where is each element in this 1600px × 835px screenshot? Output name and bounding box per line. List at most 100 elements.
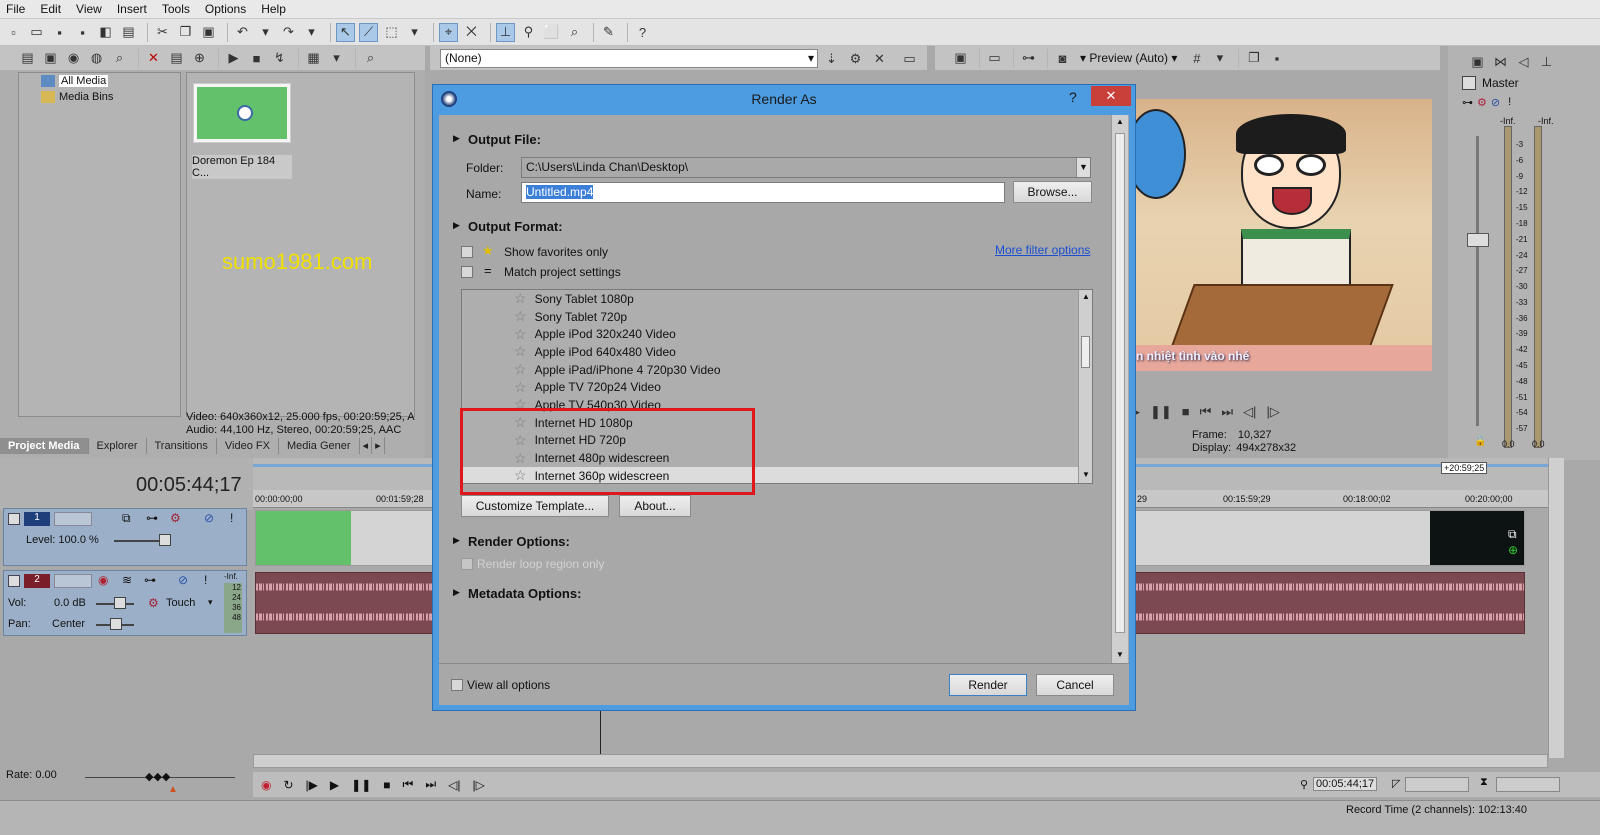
save-preset-icon[interactable]: ⇣ [822,49,841,68]
mute-icon[interactable]: ⊘ [204,511,214,525]
list-item[interactable]: ☆ Apple TV 720p24 Video [462,378,1092,396]
list-item[interactable]: ☆ Sony Tablet 720p [462,308,1092,326]
media-thumbnail[interactable] [193,83,291,143]
help-button[interactable]: ? [1069,89,1077,105]
loop-playback-icon[interactable]: ↻ [283,778,293,792]
views-icon[interactable]: ▦ [304,49,323,68]
play-icon[interactable]: ▶ [224,49,243,68]
new-icon[interactable]: ▫ [4,23,23,42]
dropdown-icon[interactable]: ▾ [302,23,321,42]
show-favorites-checkbox[interactable] [461,246,473,258]
scroll-down-icon[interactable]: ▼ [1082,470,1090,479]
selection-start-icon[interactable]: ◸ [1392,777,1400,790]
track-expand-icon[interactable] [8,513,20,525]
tab-transitions[interactable]: Transitions [147,438,217,454]
paste-icon[interactable]: ▣ [199,23,218,42]
solo-icon[interactable]: ! [204,573,207,587]
stop-icon[interactable]: ■ [1182,404,1190,420]
mute-icon[interactable]: ⊘ [1491,96,1500,109]
capture-icon[interactable]: ▣ [41,49,60,68]
preview-quality-icon[interactable]: ◙ [1053,49,1072,68]
track-name-field[interactable] [54,574,92,588]
expand-arrow-icon[interactable]: ▶ [453,535,460,546]
track-fx-icon[interactable]: ⚙ [170,511,181,525]
scroll-thumb[interactable] [1115,133,1125,633]
edit-tool-icon[interactable]: ⚲ [1300,778,1308,791]
event-pan-crop-icon[interactable]: ⧉ [1508,527,1517,542]
scroll-up-icon[interactable]: ▲ [1082,292,1090,301]
preview-monitor-icon[interactable]: ▭ [900,49,919,68]
about-button[interactable]: About... [619,495,691,517]
track-fx-icon[interactable]: ⊶ [144,573,156,587]
star-outline-icon[interactable]: ☆ [514,290,527,307]
rate-slider-handle[interactable]: ◆◆◆ [145,770,170,783]
pan-slider-handle[interactable] [110,618,122,630]
downmix-icon[interactable]: ⋈ [1491,52,1510,71]
menu-options[interactable]: Options [205,2,246,16]
arm-record-icon[interactable]: ◉ [98,573,108,587]
chevron-down-icon[interactable]: ▾ [208,597,213,608]
fx-icon[interactable]: ⊶ [1462,96,1473,109]
save-snapshot-icon[interactable]: ▪ [1267,49,1286,68]
customize-template-button[interactable]: Customize Template... [461,495,609,517]
timeline-vertical-scrollbar[interactable] [1548,458,1564,758]
ignore-grouping-icon[interactable]: ⬜ [542,23,561,42]
next-frame-icon[interactable]: |▷ [1266,404,1279,420]
automation-icon[interactable]: ⚙ [148,596,159,610]
media-properties-icon[interactable]: ▤ [167,49,186,68]
insert-bus-icon[interactable]: ⊥ [1537,52,1556,71]
copy-snapshot-icon[interactable]: ❐ [1244,49,1263,68]
cancel-button[interactable]: Cancel [1036,674,1114,696]
copy-icon[interactable]: ❐ [176,23,195,42]
auto-ripple-icon[interactable]: ⊥ [496,22,515,42]
menu-help[interactable]: Help [261,2,286,16]
go-to-start-icon[interactable]: ⏮ [1200,404,1212,420]
list-item[interactable]: ☆ Sony Tablet 1080p [462,290,1092,308]
remove-preset-icon[interactable]: ✕ [870,49,889,68]
pause-icon[interactable]: ❚❚ [351,778,371,792]
menu-insert[interactable]: Insert [117,2,147,16]
dialog-scrollbar[interactable]: ▲ ▼ [1111,115,1128,663]
stop-icon[interactable]: ■ [247,49,266,68]
more-filter-options-link[interactable]: More filter options [995,243,1090,257]
automation-mode[interactable]: Touch [166,597,195,609]
tree-item-media-bins[interactable]: Media Bins [41,91,113,103]
search-media-icon[interactable]: ⌕ [110,49,129,68]
expand-arrow-icon[interactable]: ▶ [453,133,460,144]
go-to-end-icon[interactable]: ⏭ [1221,404,1233,420]
normal-edit-tool-icon[interactable]: ↖ [336,22,355,42]
list-item[interactable]: ☆ Apple iPod 640x480 Video [462,343,1092,361]
star-outline-icon[interactable]: ☆ [514,343,527,360]
menu-view[interactable]: View [76,2,102,16]
folder-field[interactable]: C:\Users\Linda Chan\Desktop\ ▼ [521,157,1091,178]
star-outline-icon[interactable]: ☆ [514,379,527,396]
solo-icon[interactable]: ! [1508,96,1511,109]
dim-icon[interactable]: ◁ [1514,52,1533,71]
plug-in-chain-icon[interactable]: ⚙ [846,49,865,68]
gear-icon[interactable]: ⚙ [1477,96,1487,109]
track-motion-icon[interactable]: ⧉ [122,511,131,526]
track-expand-icon[interactable] [8,575,20,587]
properties-icon[interactable]: ▤ [119,23,138,42]
zoom-icon[interactable]: ⌕ [565,23,584,42]
record-icon[interactable]: ◉ [261,778,271,792]
cut-icon[interactable]: ✂ [153,23,172,42]
auto-preview-icon[interactable]: ↯ [270,49,289,68]
next-frame-icon[interactable]: |▷ [472,778,484,792]
zoom-icon[interactable]: ⌕ [361,49,380,68]
browse-button[interactable]: Browse... [1013,181,1092,203]
auto-crossfade-icon[interactable]: ⨉ [462,23,481,42]
compositing-icon[interactable]: ⊶ [146,511,158,525]
preview-quality-dropdown[interactable]: ▾ Preview (Auto) ▾ [1080,51,1177,65]
match-project-checkbox[interactable] [461,266,473,278]
save-icon[interactable]: ▪ [50,23,69,42]
menu-edit[interactable]: Edit [40,2,61,16]
import-media-icon[interactable]: ▤ [18,49,37,68]
star-outline-icon[interactable]: ☆ [514,308,527,325]
render-button[interactable]: Render [949,674,1027,696]
audio-track-header[interactable]: 2 ◉ ≋ ⊶ ⊘ ! -Inf. 12 24 36 48 Vol: 0.0 d… [3,570,247,636]
play-from-start-icon[interactable]: |▶ [306,778,318,792]
snapping-icon[interactable]: ⌖ [439,22,458,42]
stop-icon[interactable]: ■ [383,778,390,792]
star-outline-icon[interactable]: ☆ [514,361,527,378]
